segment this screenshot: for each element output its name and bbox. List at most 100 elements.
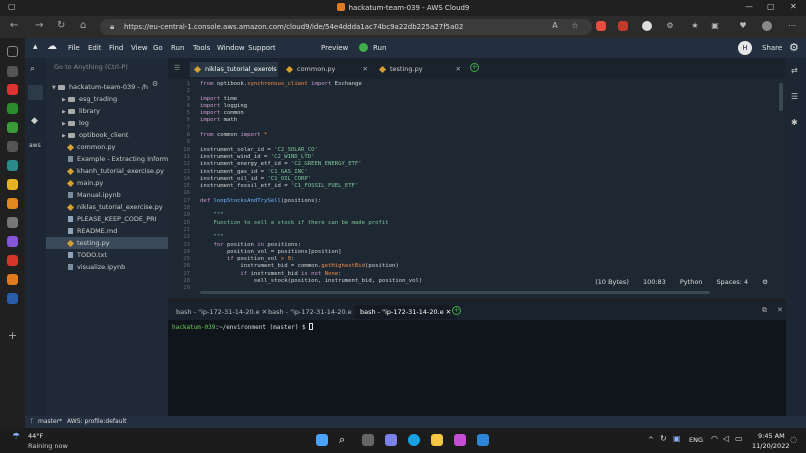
close-panel-icon[interactable]: ✕ — [777, 306, 783, 314]
back-icon[interactable]: ← — [10, 20, 18, 31]
menu-window[interactable]: Window — [217, 44, 245, 52]
language-mode[interactable]: Python — [680, 278, 703, 286]
share-button[interactable]: Share — [762, 44, 782, 52]
browser-menu-icon[interactable]: ▢ — [8, 2, 16, 11]
clock-date[interactable]: 11/20/2022 — [752, 442, 789, 450]
search-icon[interactable]: ⌕ — [339, 434, 351, 446]
sidebar-app-icon[interactable] — [7, 236, 18, 247]
sidebar-app-icon[interactable] — [7, 66, 18, 77]
outline-icon[interactable]: ☰ — [791, 92, 798, 101]
preview-button[interactable]: Preview — [321, 44, 348, 52]
tab-common-py[interactable]: common.py ✕ — [282, 62, 372, 77]
close-icon[interactable]: ✕ — [446, 308, 451, 316]
notification-icon[interactable]: ◌ — [790, 435, 797, 444]
battery-icon[interactable]: ▭ — [735, 434, 743, 443]
tab-actions-icon[interactable] — [7, 46, 18, 57]
tree-item-please-keep[interactable]: PLEASE_KEEP_CODE_PRI — [46, 213, 168, 225]
profile-icon[interactable] — [762, 21, 772, 31]
clock-time[interactable]: 9:45 AM — [758, 432, 785, 440]
menu-find[interactable]: Find — [109, 44, 123, 52]
task-view-icon[interactable] — [362, 434, 374, 446]
favorites-icon[interactable]: ★ — [690, 21, 700, 31]
menu-view[interactable]: View — [131, 44, 148, 52]
aws-profile[interactable]: AWS: profile:default — [67, 416, 127, 428]
source-control-icon[interactable]: ◆ — [31, 116, 38, 126]
menu-edit[interactable]: Edit — [88, 44, 102, 52]
debugger-icon[interactable]: ✱ — [791, 118, 798, 127]
settings-gear-icon[interactable]: ⚙ — [789, 41, 799, 54]
environment-icon[interactable] — [28, 85, 43, 100]
tree-item-visualize[interactable]: visualize.ipynb — [46, 261, 168, 273]
sidebar-app-icon[interactable] — [7, 103, 18, 114]
close-button[interactable]: ✕ — [790, 2, 797, 11]
branch-icon[interactable]: ᚴ — [30, 416, 34, 428]
teams-icon[interactable] — [385, 434, 397, 446]
menu-go[interactable]: Go — [153, 44, 163, 52]
edge-icon[interactable] — [408, 434, 420, 446]
run-button[interactable]: Run — [373, 44, 386, 52]
weather-temp[interactable]: 44°F — [28, 432, 43, 440]
start-icon[interactable] — [316, 434, 328, 446]
terminal[interactable]: hackatum-039:~/environment (master) $ — [168, 320, 786, 416]
file-explorer-icon[interactable] — [431, 434, 443, 446]
close-icon[interactable]: ✕ — [456, 62, 461, 77]
app-icon[interactable] — [454, 434, 466, 446]
tab-testing-py[interactable]: testing.py ✕ — [375, 62, 465, 77]
refresh-icon[interactable]: ↻ — [57, 20, 65, 31]
tree-item-readme[interactable]: README.md — [46, 225, 168, 237]
tree-item-testing-py[interactable]: testing.py — [46, 237, 168, 249]
maximize-panel-icon[interactable]: ⧉ — [762, 306, 767, 315]
search-icon[interactable]: ⌕ — [30, 64, 35, 74]
extension-icon[interactable] — [618, 21, 628, 31]
aws-icon[interactable]: aws — [29, 142, 41, 149]
collaborate-icon[interactable]: ⇄ — [791, 66, 798, 75]
new-terminal-icon[interactable]: + — [452, 306, 461, 315]
home-icon[interactable]: ⌂ — [80, 20, 86, 31]
tree-item-log[interactable]: ▶ log — [46, 117, 168, 129]
sidebar-app-icon[interactable] — [7, 274, 18, 285]
settings-gear-icon[interactable]: ⚙ — [762, 278, 768, 286]
tree-item-example[interactable]: Example - Extracting Informa — [46, 153, 168, 165]
wifi-icon[interactable]: ◠ — [711, 434, 718, 443]
volume-icon[interactable]: ◁ — [723, 434, 729, 443]
vertical-scrollbar[interactable] — [779, 83, 783, 111]
goto-anything-input[interactable]: Go to Anything (Ctrl-P) — [54, 61, 164, 73]
forward-icon[interactable]: → — [35, 20, 43, 31]
git-branch[interactable]: master* — [38, 416, 62, 428]
menu-run[interactable]: Run — [171, 44, 184, 52]
code-editor[interactable]: 1 2 3 4 5 6 7 8 9 10 11 12 13 14 15 16 17 18 19 20 21 22 23 24 2… — [168, 79, 786, 299]
terminal-tab-3[interactable]: bash - "ip-172-31-14-20.e ✕ — [354, 305, 458, 319]
language-indicator[interactable]: ENG — [689, 436, 703, 444]
collections-icon[interactable]: ▣ — [710, 21, 720, 31]
menu-tools[interactable]: Tools — [193, 44, 210, 52]
extension-icon[interactable] — [596, 21, 606, 31]
sidebar-app-icon[interactable] — [7, 255, 18, 266]
tree-item-esg-trading[interactable]: ▶ esg_trading — [46, 93, 168, 105]
read-aloud-icon[interactable]: A — [550, 21, 560, 31]
tree-item-common-py[interactable]: common.py — [46, 141, 168, 153]
horizontal-scrollbar[interactable] — [200, 291, 710, 294]
tree-item-khanh[interactable]: khanh_tutorial_exercise.py — [46, 165, 168, 177]
weather-desc[interactable]: Raining now — [28, 442, 68, 450]
tree-item-library[interactable]: ▶ library — [46, 105, 168, 117]
cursor-position[interactable]: 100:83 — [643, 278, 666, 286]
menu-support[interactable]: Support — [248, 44, 276, 52]
tree-item-todo[interactable]: TODO.txt — [46, 249, 168, 261]
tree-root[interactable]: ▼ hackatum-team-039 - /h — [46, 81, 168, 93]
add-icon[interactable]: + — [7, 330, 18, 341]
extension-icon[interactable] — [642, 21, 652, 31]
close-icon[interactable]: ✕ — [363, 62, 368, 77]
terminal-tab-1[interactable]: bash - "ip-172-31-14-20.e ✕ — [170, 305, 273, 319]
sidebar-app-icon[interactable] — [7, 122, 18, 133]
run-icon[interactable] — [359, 43, 368, 52]
sidebar-app-icon[interactable] — [7, 160, 18, 171]
sidebar-app-icon[interactable] — [7, 84, 18, 95]
sidebar-app-icon[interactable] — [7, 141, 18, 152]
extensions-icon[interactable]: ⚙ — [665, 21, 675, 31]
menu-file[interactable]: File — [68, 44, 80, 52]
favorite-icon[interactable]: ☆ — [570, 21, 580, 31]
tree-item-main-py[interactable]: main.py — [46, 177, 168, 189]
more-icon[interactable]: ⋯ — [787, 21, 797, 31]
tab-niklas-tutorial[interactable]: niklas_tutorial_exercis ✕ — [190, 62, 278, 77]
maximize-button[interactable]: ▢ — [767, 2, 775, 11]
